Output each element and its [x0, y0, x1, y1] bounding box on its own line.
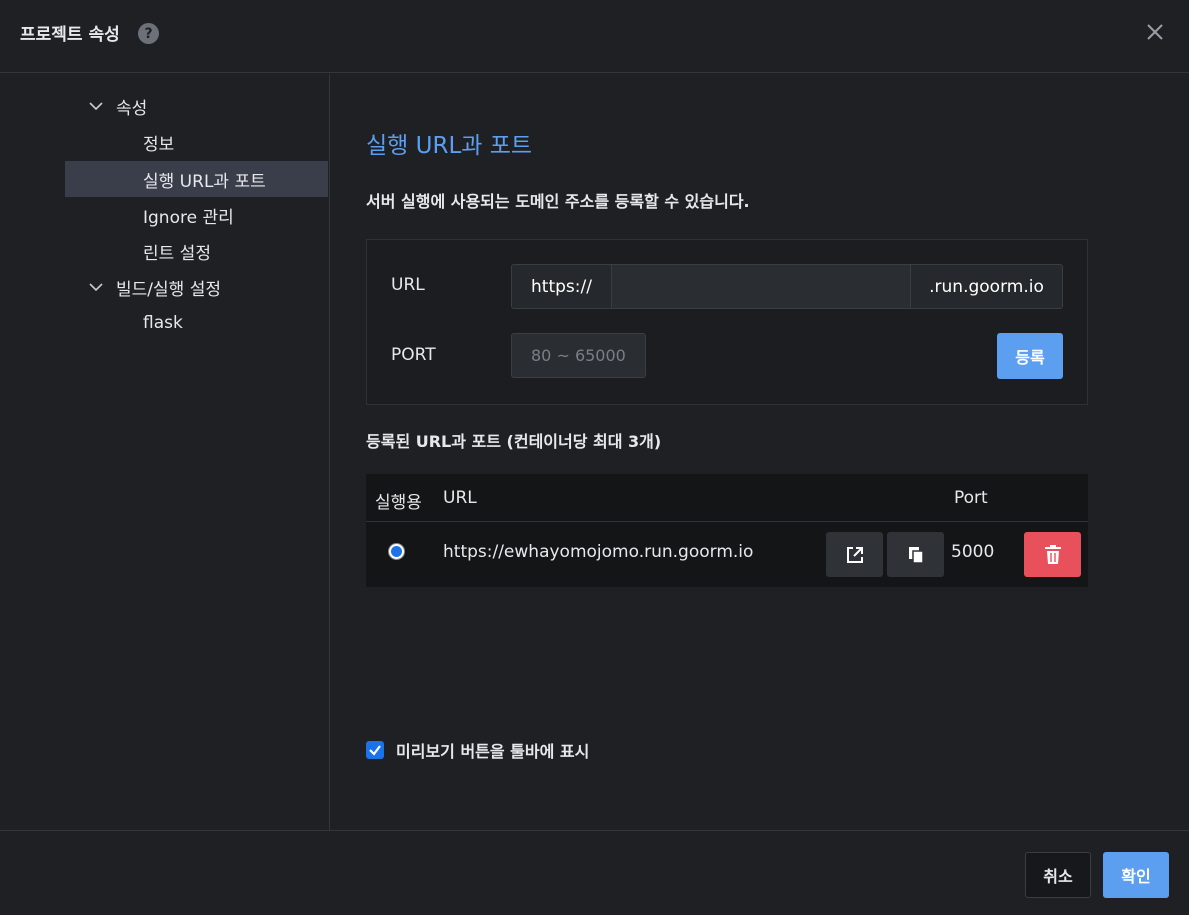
section-description: 서버 실행에 사용되는 도메인 주소를 등록할 수 있습니다.: [366, 192, 750, 211]
registered-title: 등록된 URL과 포트 (컨테이너당 최대 3개): [366, 432, 662, 451]
row-port: 5000: [951, 542, 995, 562]
preview-checkbox-label: 미리보기 버튼을 툴바에 표시: [396, 742, 590, 761]
sidebar-item-label: flask: [143, 313, 183, 333]
sidebar-item-label: Ignore 관리: [143, 207, 234, 228]
registered-table: 실행용 URL Port https://ewhayomojomo.run.go…: [366, 474, 1088, 587]
cancel-button[interactable]: 취소: [1025, 852, 1091, 898]
sidebar-item-label: 정보: [143, 134, 175, 155]
url-suffix: .run.goorm.io: [910, 265, 1062, 308]
column-header-run: 실행용: [375, 493, 422, 513]
sidebar-item-lint[interactable]: 린트 설정: [65, 233, 328, 269]
dialog-title: 프로젝트 속성: [20, 25, 120, 45]
register-button[interactable]: 등록: [997, 333, 1063, 379]
sidebar-item-ignore[interactable]: Ignore 관리: [65, 197, 328, 233]
preview-checkbox[interactable]: [366, 741, 384, 759]
tree-group-properties[interactable]: 속성: [88, 88, 328, 124]
sidebar-item-label: 실행 URL과 포트: [143, 171, 266, 192]
table-row: https://ewhayomojomo.run.goorm.io 5000: [366, 523, 1088, 587]
dialog-footer: 취소 확인: [0, 830, 1189, 915]
url-input[interactable]: [612, 265, 910, 308]
open-link-button[interactable]: [826, 532, 883, 577]
sidebar: 속성 정보 실행 URL과 포트 Ignore 관리 린트 설정 빌드/실행 설…: [0, 74, 330, 830]
column-header-port: Port: [954, 488, 988, 508]
url-prefix: https://: [512, 265, 612, 308]
delete-button[interactable]: [1024, 532, 1081, 577]
port-input[interactable]: [511, 333, 646, 378]
row-url: https://ewhayomojomo.run.goorm.io: [443, 542, 754, 562]
url-port-form: URL https:// .run.goorm.io PORT 등록: [366, 239, 1088, 405]
copy-button[interactable]: [887, 532, 944, 577]
section-title: 실행 URL과 포트: [366, 133, 533, 159]
sidebar-item-run-url-port[interactable]: 실행 URL과 포트: [65, 161, 328, 197]
question-circle-icon[interactable]: ?: [138, 23, 159, 44]
ok-button[interactable]: 확인: [1103, 852, 1169, 898]
trash-icon: [1044, 544, 1061, 564]
tree-group-label: 빌드/실행 설정: [116, 279, 221, 300]
table-header: 실행용 URL Port: [366, 474, 1088, 522]
port-label: PORT: [391, 345, 436, 365]
url-input-group: https:// .run.goorm.io: [511, 264, 1063, 309]
chevron-down-icon: [89, 283, 103, 292]
sidebar-item-label: 린트 설정: [143, 243, 211, 264]
run-radio[interactable]: [388, 543, 405, 560]
dialog-header: 프로젝트 속성 ?: [0, 0, 1189, 73]
preview-toolbar-option: 미리보기 버튼을 툴바에 표시: [366, 738, 589, 762]
sidebar-item-flask[interactable]: flask: [65, 305, 328, 341]
url-label: URL: [391, 275, 425, 295]
tree-group-label: 속성: [116, 98, 148, 119]
tree-group-build-run[interactable]: 빌드/실행 설정: [88, 269, 328, 305]
check-icon: [369, 745, 381, 756]
main-panel: 실행 URL과 포트 서버 실행에 사용되는 도메인 주소를 등록할 수 있습니…: [331, 74, 1189, 830]
copy-icon: [908, 546, 924, 564]
sidebar-item-info[interactable]: 정보: [65, 124, 328, 160]
close-icon[interactable]: [1143, 20, 1167, 44]
chevron-down-icon: [89, 102, 103, 111]
external-link-icon: [846, 546, 863, 563]
column-header-url: URL: [443, 488, 477, 508]
